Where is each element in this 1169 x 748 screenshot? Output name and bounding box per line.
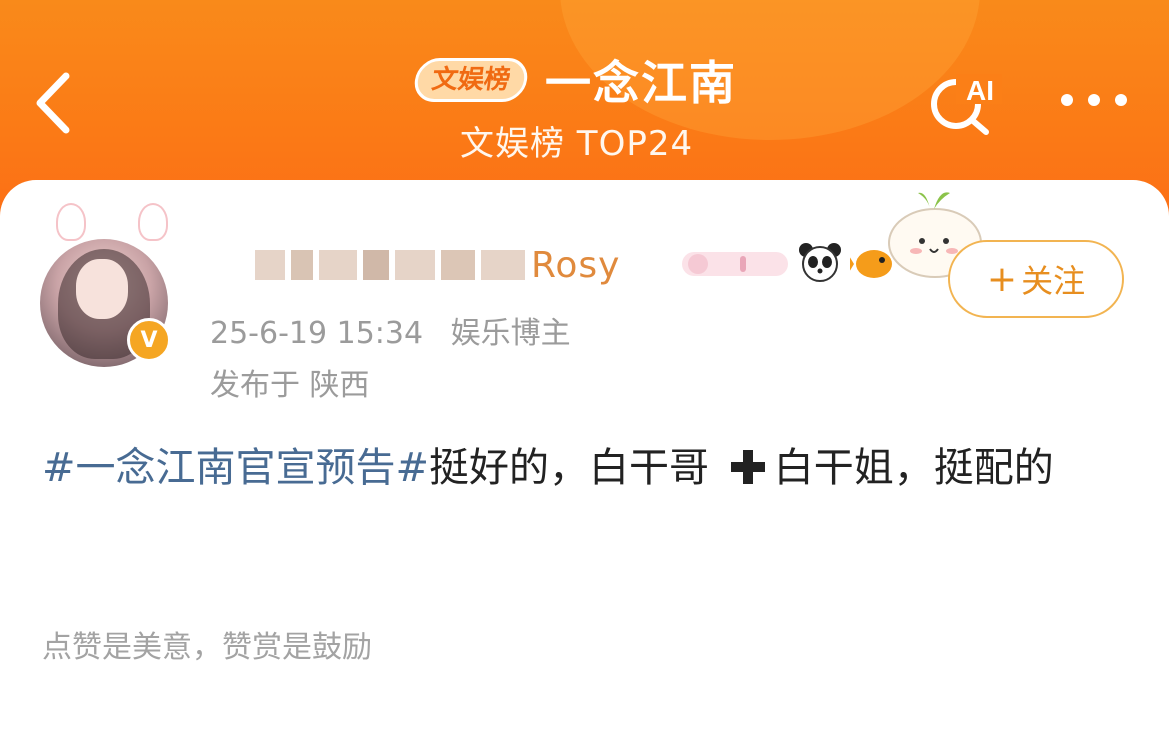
chevron-left-icon bbox=[36, 72, 70, 134]
plus-icon: + bbox=[986, 258, 1018, 300]
redacted-block bbox=[291, 250, 313, 280]
bunny-ear-right bbox=[138, 203, 168, 241]
reward-tip: 点赞是美意，赞赏是鼓励 bbox=[42, 630, 372, 665]
redacted-block bbox=[319, 250, 357, 280]
follow-button[interactable]: + 关注 bbox=[948, 240, 1124, 318]
redacted-block bbox=[441, 250, 475, 280]
back-button[interactable] bbox=[30, 68, 90, 138]
username-text: Rosy bbox=[531, 244, 621, 286]
post-timestamp: 25-6-19 15:34 bbox=[210, 316, 424, 351]
author-role: 娱乐博主 bbox=[450, 316, 571, 351]
post-meta: 25-6-19 15:34 娱乐博主 bbox=[210, 308, 571, 352]
ai-label: AI bbox=[966, 75, 994, 106]
follow-label: 关注 bbox=[1021, 262, 1086, 300]
redacted-block bbox=[395, 250, 435, 280]
post-text-part1: 挺好的，白干哥 bbox=[429, 445, 710, 491]
verified-icon: V bbox=[127, 318, 171, 362]
redacted-block bbox=[363, 250, 389, 280]
panda-icon bbox=[799, 243, 841, 282]
post-text-part2: 白干姐，挺配的 bbox=[773, 445, 1054, 491]
ai-search-icon: AI bbox=[931, 74, 1002, 135]
post-body: #一念江南官宣预告#挺好的，白干哥 白干姐，挺配的 bbox=[42, 440, 1132, 496]
hashtag-link[interactable]: #一念江南官宣预告# bbox=[42, 445, 429, 491]
redacted-block bbox=[255, 250, 285, 280]
ranking-subtitle[interactable]: 文娱榜 TOP24 bbox=[460, 116, 693, 165]
page-title: 一念江南 bbox=[545, 56, 738, 110]
title-area: 文娱榜 一念江南 bbox=[411, 50, 738, 110]
ai-search-button[interactable]: AI bbox=[926, 70, 1006, 136]
username[interactable]: Rosy bbox=[255, 240, 620, 290]
more-dots-icon bbox=[1061, 94, 1127, 106]
post-location: 发布于 陕西 bbox=[210, 368, 370, 403]
redacted-block bbox=[481, 250, 525, 280]
pink-sticker-icon bbox=[682, 252, 788, 276]
ranking-badge[interactable]: 文娱榜 bbox=[411, 58, 531, 102]
bunny-ear-left bbox=[56, 203, 86, 241]
plus-emoji-icon bbox=[728, 440, 768, 496]
more-options-button[interactable] bbox=[1058, 88, 1130, 112]
